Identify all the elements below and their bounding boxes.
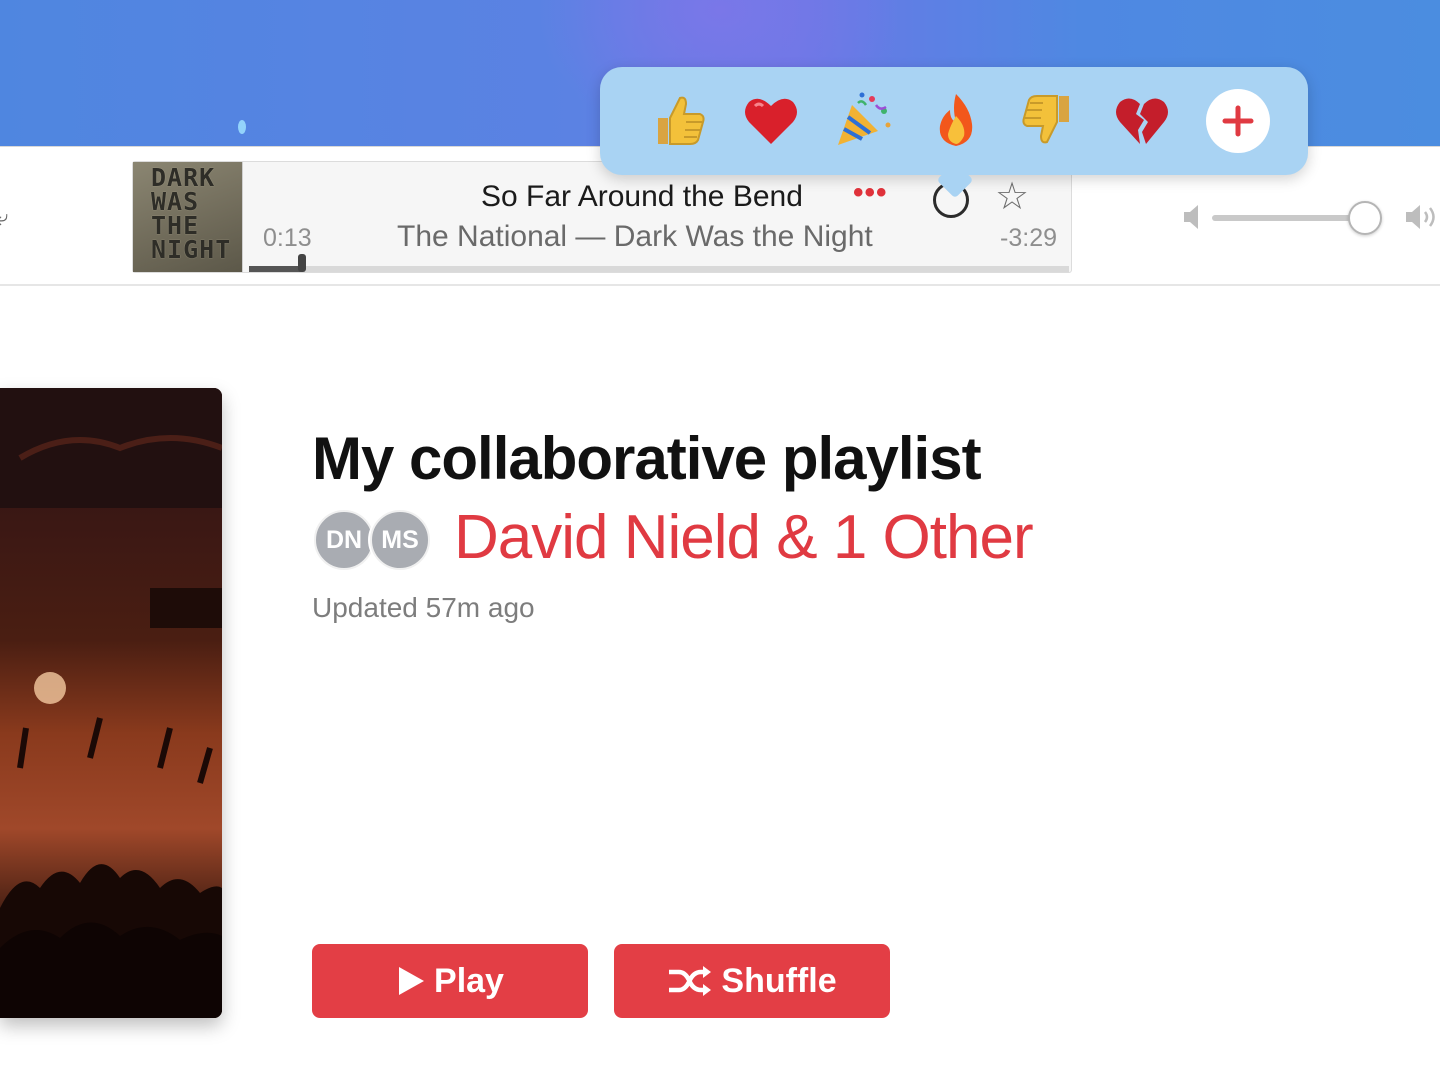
thumbs-down-icon[interactable] — [1016, 87, 1082, 153]
broken-heart-icon[interactable] — [1109, 87, 1175, 153]
elapsed-time: 0:13 — [263, 224, 312, 252]
now-playing-panel: DARK WAS THE NIGHT 0:13 So Far Around th… — [132, 161, 1072, 273]
progress-handle[interactable] — [298, 254, 307, 272]
artist-album-line[interactable]: The National — Dark Was the Night — [397, 220, 873, 254]
wallpaper-sparkle — [238, 120, 246, 134]
shuffle-button-label: Shuffle — [721, 961, 837, 1000]
play-button-label: Play — [434, 961, 504, 1000]
volume-low-icon — [1184, 205, 1198, 229]
thumbs-up-icon[interactable] — [645, 87, 711, 153]
music-app-screen: ⤶ DARK WAS THE NIGHT 0:13 So Far Around … — [0, 0, 1440, 1080]
updated-timestamp: Updated 57m ago — [312, 592, 535, 623]
play-button[interactable]: Play — [312, 944, 588, 1018]
back-arrow-icon[interactable]: ⤶ — [0, 205, 8, 231]
playlist-cover-art[interactable] — [0, 388, 222, 1018]
plus-icon — [1222, 105, 1254, 137]
party-popper-icon[interactable] — [830, 87, 896, 153]
heart-icon[interactable] — [738, 87, 804, 153]
add-reaction-button[interactable] — [1206, 89, 1270, 153]
favorite-star-icon[interactable]: ☆ — [995, 174, 1029, 219]
remaining-time: -3:29 — [1000, 224, 1057, 252]
more-options-button[interactable]: ••• — [853, 176, 888, 210]
shuffle-icon — [669, 966, 712, 996]
play-icon — [399, 967, 425, 995]
fire-icon[interactable] — [923, 87, 989, 153]
volume-high-icon — [1406, 205, 1435, 229]
artwork-text-line: NIGHT — [151, 235, 232, 264]
collaborator-avatar[interactable]: MS — [370, 510, 430, 570]
playlist-collaborators-link[interactable]: David Nield & 1 Other — [454, 502, 1034, 573]
playlist-title: My collaborative playlist — [312, 425, 982, 492]
reaction-popover — [600, 67, 1308, 199]
progress-fill — [249, 266, 303, 272]
song-title[interactable]: So Far Around the Bend — [481, 180, 803, 214]
shuffle-button[interactable]: Shuffle — [614, 944, 890, 1018]
progress-bar[interactable] — [249, 254, 1069, 272]
concert-photo — [0, 388, 222, 1018]
album-artwork[interactable]: DARK WAS THE NIGHT — [133, 162, 243, 272]
collaborator-avatar[interactable]: DN — [314, 510, 374, 570]
volume-knob[interactable] — [1348, 201, 1382, 235]
